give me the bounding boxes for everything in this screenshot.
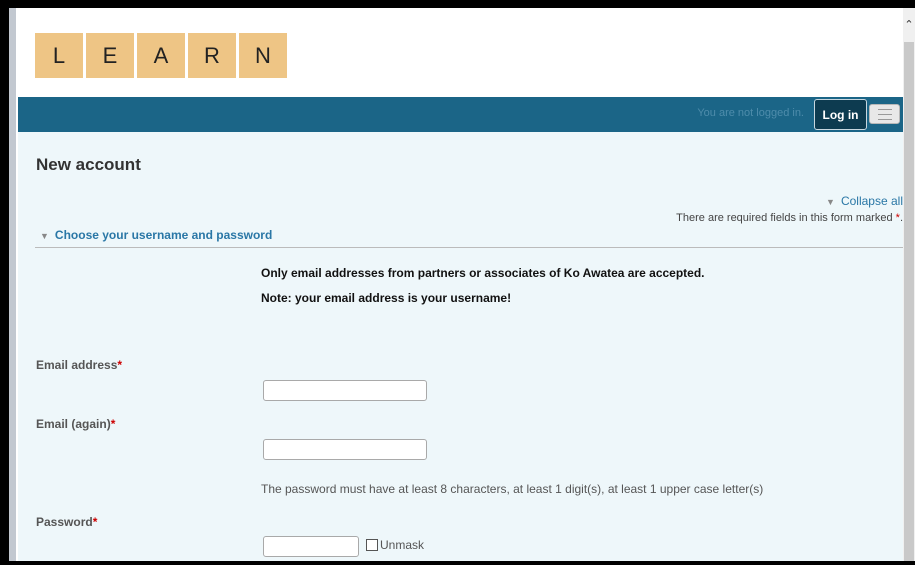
main-content: New account ▼ Collapse all There are requ… bbox=[18, 132, 903, 561]
collapse-all-label: Collapse all bbox=[840, 194, 903, 208]
logo-tile: L bbox=[35, 33, 83, 78]
logo-tile: N bbox=[239, 33, 287, 78]
menu-button[interactable] bbox=[869, 104, 900, 124]
required-fields-note: There are required fields in this form m… bbox=[676, 212, 903, 224]
required-marker: * bbox=[895, 212, 900, 224]
required-marker: * bbox=[117, 358, 123, 372]
email-again-field[interactable] bbox=[263, 439, 427, 460]
login-button[interactable]: Log in bbox=[814, 99, 867, 130]
checkbox-icon bbox=[366, 539, 378, 551]
email-label: Email address* bbox=[36, 358, 122, 372]
scroll-up-icon[interactable]: ⌃ bbox=[903, 18, 915, 31]
section-title: Choose your username and password bbox=[54, 228, 273, 242]
browser-viewport: L E A R N You are not logged in. Log in … bbox=[9, 8, 915, 561]
login-status-text: You are not logged in. bbox=[697, 107, 804, 119]
required-marker: * bbox=[110, 417, 116, 431]
learn-logo[interactable]: L E A R N bbox=[35, 33, 287, 78]
password-label: Password* bbox=[36, 515, 97, 529]
password-label-text: Password bbox=[36, 515, 93, 529]
logo-tile: R bbox=[188, 33, 236, 78]
unmask-label: Unmask bbox=[380, 538, 425, 552]
caret-down-icon: ▼ bbox=[826, 197, 835, 207]
caret-down-icon: ▼ bbox=[40, 231, 49, 241]
required-note-text: There are required fields in this form m… bbox=[676, 212, 893, 224]
email-label-text: Email address bbox=[36, 358, 118, 372]
unmask-checkbox[interactable]: Unmask bbox=[366, 538, 424, 552]
navbar: You are not logged in. Log in bbox=[18, 97, 903, 132]
page-title: New account bbox=[36, 155, 141, 174]
password-field[interactable] bbox=[263, 536, 359, 557]
email-field[interactable] bbox=[263, 380, 427, 401]
password-rule-text: The password must have at least 8 charac… bbox=[261, 482, 764, 496]
hamburger-icon bbox=[877, 108, 892, 120]
section-divider bbox=[35, 247, 903, 248]
logo-tile: E bbox=[86, 33, 134, 78]
vertical-scrollbar[interactable]: ⌃ bbox=[903, 8, 915, 561]
email-again-label-text: Email (again) bbox=[36, 417, 111, 431]
window-edge bbox=[9, 8, 16, 561]
email-again-label: Email (again)* bbox=[36, 417, 115, 431]
username-note: Note: your email address is your usernam… bbox=[261, 291, 512, 305]
scrollbar-thumb[interactable] bbox=[904, 42, 914, 561]
required-marker: * bbox=[92, 515, 98, 529]
section-toggle[interactable]: ▼ Choose your username and password bbox=[40, 228, 272, 242]
accepted-emails-note: Only email addresses from partners or as… bbox=[261, 266, 705, 280]
logo-tile: A bbox=[137, 33, 185, 78]
collapse-all-link[interactable]: ▼ Collapse all bbox=[826, 194, 903, 208]
